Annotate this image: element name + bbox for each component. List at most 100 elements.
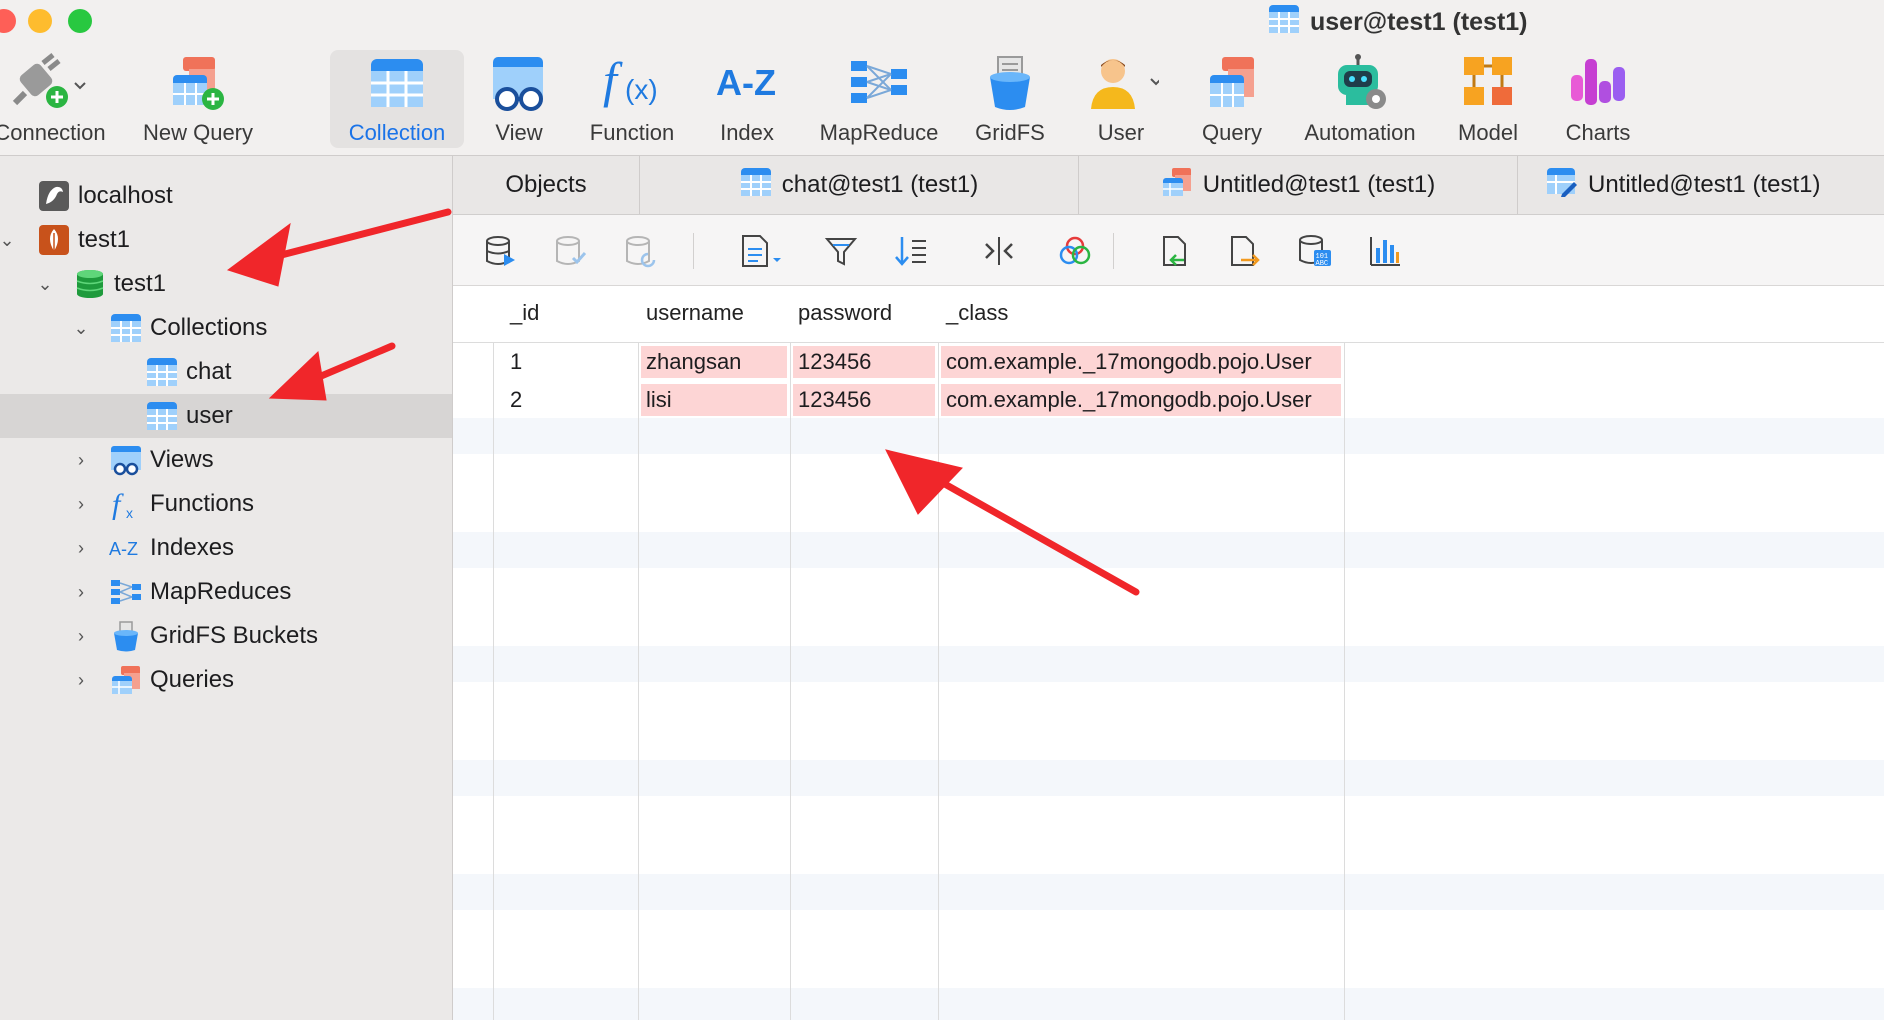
tab-objects[interactable]: Objects (453, 156, 640, 214)
chevron-right-icon[interactable]: › (70, 493, 92, 515)
view-button[interactable]: View (478, 50, 560, 148)
column-header-username[interactable]: username (646, 300, 744, 326)
user-person-icon (1083, 50, 1159, 116)
export-button[interactable] (1227, 233, 1263, 269)
minimize-window-button[interactable] (28, 9, 52, 33)
chevron-right-icon[interactable]: › (70, 537, 92, 559)
window-title-text: user@test1 (test1) (1310, 7, 1528, 36)
text-view-button[interactable] (737, 233, 787, 269)
query-icon (1161, 167, 1193, 204)
functions-icon: fx (110, 488, 142, 520)
tree-item-views[interactable]: › Views (0, 438, 452, 482)
title-bar: user@test1 (test1) Connection New Query … (0, 0, 1884, 156)
grid-column-divider (790, 286, 791, 1020)
tab-chat-test1[interactable]: chat@test1 (test1) (640, 156, 1079, 214)
maximize-window-button[interactable] (68, 9, 92, 33)
column-header-class[interactable]: _class (946, 300, 1008, 326)
sort-button[interactable] (893, 233, 929, 269)
collection-icon (146, 400, 178, 432)
cell-class[interactable]: com.example._17mongodb.pojo.User (941, 384, 1341, 416)
charts-button[interactable]: Charts (1556, 50, 1640, 148)
fit-columns-button[interactable] (981, 233, 1017, 269)
cell-class[interactable]: com.example._17mongodb.pojo.User (941, 346, 1341, 378)
chart-view-button[interactable] (1367, 233, 1403, 269)
connection-plug-icon (7, 50, 93, 116)
begin-transaction-button[interactable] (483, 233, 519, 269)
collection-icon (740, 167, 772, 204)
data-toolbar: 101 ABC (453, 215, 1884, 286)
bar-chart-icon (1370, 237, 1400, 266)
grid-column-divider (638, 286, 639, 1020)
tree-item-collections[interactable]: ⌄ Collections (0, 306, 452, 350)
tree-item-chat[interactable]: chat (0, 350, 452, 394)
chevron-right-icon[interactable]: › (70, 449, 92, 471)
import-button[interactable] (1157, 233, 1193, 269)
grid-stripe (453, 646, 1884, 682)
chevron-down-icon[interactable]: ⌄ (34, 273, 56, 295)
tree-item-gridfs-buckets[interactable]: › GridFS Buckets (0, 614, 452, 658)
tree-item-test1-database[interactable]: ⌄ test1 (0, 262, 452, 306)
column-header-password[interactable]: password (798, 300, 892, 326)
database-check-icon (556, 236, 587, 265)
grid-column-divider (1344, 286, 1345, 1020)
connection-button[interactable]: Connection (0, 50, 110, 148)
commit-button[interactable] (553, 233, 589, 269)
views-icon (110, 444, 142, 476)
collections-icon (110, 312, 142, 344)
index-az-icon: A-Z (712, 50, 782, 116)
index-button[interactable]: A-Z Index (710, 50, 784, 148)
cell-username[interactable]: lisi (641, 384, 787, 416)
navigation-sidebar: localhost ⌄ test1 ⌄ test1 ⌄ Collections … (0, 156, 453, 1020)
chevron-down-icon[interactable]: ⌄ (0, 229, 18, 251)
tree-item-queries[interactable]: › Queries (0, 658, 452, 702)
svg-text:A-Z: A-Z (716, 62, 776, 103)
column-header-id[interactable]: _id (510, 300, 539, 326)
gridfs-icon (110, 620, 142, 652)
function-button[interactable]: f (x) Function (582, 50, 682, 148)
tree-item-mapreduces[interactable]: › MapReduces (0, 570, 452, 614)
tree-item-test1-server[interactable]: ⌄ test1 (0, 218, 452, 262)
tree-item-user[interactable]: user (0, 394, 452, 438)
tree-item-localhost[interactable]: localhost (0, 174, 452, 218)
new-query-button[interactable]: New Query (138, 50, 258, 148)
filter-button[interactable] (823, 233, 859, 269)
automation-robot-icon (1330, 50, 1390, 116)
filter-funnel-icon (824, 238, 858, 266)
collection-table-icon (369, 50, 425, 116)
view-glasses-icon (489, 50, 549, 116)
model-button[interactable]: Model (1448, 50, 1528, 148)
gridfs-button[interactable]: GridFS (968, 50, 1052, 148)
tab-untitled-query-2[interactable]: Untitled@test1 (test1) (1518, 156, 1884, 214)
close-window-button[interactable] (0, 9, 16, 33)
cell-id[interactable]: 2 (505, 384, 635, 416)
tree-item-indexes[interactable]: › A-Z Indexes (0, 526, 452, 570)
toolbar-separator (693, 233, 694, 269)
chevron-right-icon[interactable]: › (70, 581, 92, 603)
tab-untitled-query-1[interactable]: Untitled@test1 (test1) (1079, 156, 1518, 214)
data-generation-button[interactable]: 101 ABC (1297, 233, 1333, 269)
tree-item-functions[interactable]: › fx Functions (0, 482, 452, 526)
sort-icon (895, 237, 926, 266)
chevron-down-icon[interactable]: ⌄ (70, 317, 92, 339)
chevron-right-icon[interactable]: › (70, 625, 92, 647)
cell-username[interactable]: zhangsan (641, 346, 787, 378)
cell-password[interactable]: 123456 (793, 346, 935, 378)
cell-password[interactable]: 123456 (793, 384, 935, 416)
grid-header: _id username password _class (453, 286, 1884, 343)
mapreduce-button[interactable]: MapReduce (814, 50, 944, 148)
import-icon (1163, 236, 1186, 266)
automation-button[interactable]: Automation (1298, 50, 1422, 148)
color-button[interactable] (1057, 233, 1093, 269)
data-grid: _id username password _class 1 zhangsan … (453, 286, 1884, 1020)
collection-button[interactable]: Collection (330, 50, 464, 148)
cell-id[interactable]: 1 (505, 346, 635, 378)
svg-text:f: f (112, 488, 124, 520)
user-button[interactable]: User (1082, 50, 1160, 148)
chevron-right-icon[interactable]: › (70, 669, 92, 691)
rollback-button[interactable] (623, 233, 659, 269)
new-query-icon (167, 50, 229, 116)
svg-text:(x): (x) (625, 74, 658, 105)
main-toolbar: Connection New Query Collection View f (… (0, 48, 1884, 152)
query-button[interactable]: Query (1192, 50, 1272, 148)
mapreduce-icon (847, 50, 911, 116)
